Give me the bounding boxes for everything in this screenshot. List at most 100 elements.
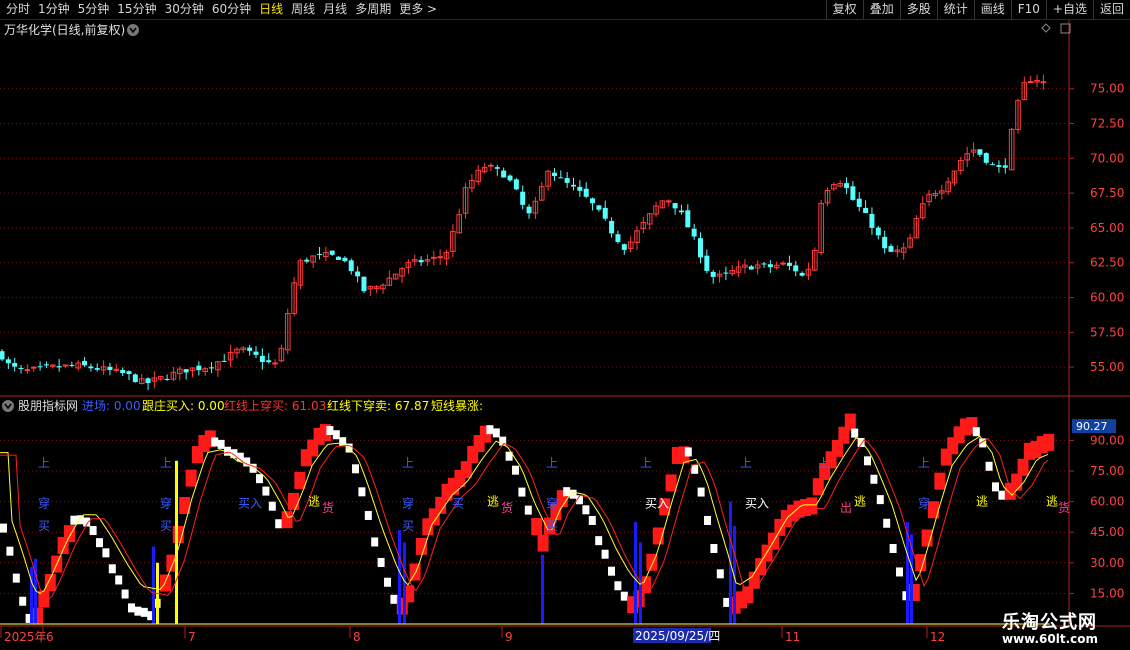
signal-label: 逃 [308,495,320,509]
tool-button-2[interactable]: 多股 [899,0,937,19]
tool-button-6[interactable]: +自选 [1045,0,1093,19]
tool-button-5[interactable]: F10 [1010,0,1046,19]
signal-label: 上 [402,456,414,470]
candle-body [748,266,754,270]
tool-button-1[interactable]: 叠加 [862,0,900,19]
oscillator-block [140,607,148,617]
indicator-y-tick-label: 15.00 [1090,586,1124,600]
candle-body [336,256,342,260]
chart-area[interactable]: 75.00 72.50 70.00 67.50 65.00 62.50 60.00 57.50… [0,20,1130,650]
oscillator-block [864,456,871,466]
signal-label: 买入 [745,497,769,511]
period-tab-8[interactable]: 月线 [319,0,351,19]
candle-body [761,263,767,265]
main-y-tick-label: 55.00 [1090,360,1124,374]
tool-button-7[interactable]: 返回 [1092,0,1130,19]
candle-body [30,366,37,369]
period-selector: 分时 1分钟 5分钟 15分钟 30分钟 60分钟 日线 周线 月线 多周期 更多 > [2,0,441,19]
oscillator-block [460,461,472,479]
candle-body [571,184,576,187]
period-tab-0[interactable]: 分时 [2,0,34,19]
candle-body [437,256,443,259]
candle-body [602,207,608,219]
indicator-name: 股朋指标网 [18,398,78,413]
candle-body [37,366,43,368]
oscillator-block [563,487,571,497]
period-tab-4[interactable]: 30分钟 [161,0,208,19]
signal-label: 货 [322,500,334,515]
candle-body [209,367,215,369]
x-axis-label: 7 [188,630,196,644]
candle-body [132,374,138,383]
candle-body [361,276,367,292]
x-axis-label: 9 [505,630,513,644]
candle-body [558,177,564,179]
indicator-legend-item: 进场: 0.00 [82,399,141,413]
oscillator-block [896,567,903,577]
indicator-y-tick-label: 30.00 [1090,556,1124,570]
signal-label: 买 [452,497,464,511]
candle-body [221,360,227,362]
main-title-dropdown-icon[interactable] [127,24,139,36]
candle-body [704,255,710,271]
oscillator-block [384,577,391,587]
candle-body [685,210,691,228]
signal-bar [398,530,401,624]
period-tab-6[interactable]: 日线 [255,0,287,19]
candle-body [799,272,805,276]
signal-label: 货 [501,500,513,515]
candle-body [266,360,272,363]
indicator-y-tick-label: 60.00 [1090,495,1124,509]
oscillator-block [377,557,385,567]
candle-body [259,355,265,363]
signal-label: 穿 [38,496,50,511]
diamond-icon[interactable] [1041,23,1051,33]
candle-body [196,365,202,371]
oscillator-block [416,537,427,555]
oscillator-block [185,469,197,487]
candle-body [583,188,589,197]
indicator-y-tick-label: 90.00 [1090,433,1124,447]
candle-body [494,167,500,169]
tool-button-4[interactable]: 画线 [973,0,1011,19]
period-tab-7[interactable]: 周线 [287,0,319,19]
period-tab-3[interactable]: 15分钟 [113,0,160,19]
signal-label: 逃 [1046,495,1058,509]
indicator-dropdown-icon[interactable] [2,400,14,412]
oscillator-block [268,501,276,511]
candle-body [1002,165,1008,168]
oscillator-block [972,427,980,437]
oscillator-block [531,518,543,536]
signal-label: 上 [160,456,172,470]
candle-body [665,200,672,203]
period-tab-9[interactable]: 多周期 [351,0,395,19]
candle-body [780,262,786,265]
signal-label: 穿 [160,496,172,511]
candle-body [875,227,881,236]
oscillator-block [614,581,622,591]
period-tab-1[interactable]: 1分钟 [34,0,74,19]
oscillator-block [665,474,677,492]
candle-body [983,153,989,163]
period-tab-2[interactable]: 5分钟 [74,0,114,19]
oscillator-block [608,566,615,576]
candle-body [698,238,703,258]
tool-button-0[interactable]: 复权 [825,0,863,19]
oscillator-block [870,474,878,484]
oscillator-block [486,425,494,435]
oscillator-block [601,549,609,559]
period-tab-10[interactable]: 更多 > [395,0,441,19]
oscillator-block [998,490,1006,500]
signal-label: 出 [840,501,852,515]
oscillator-block [691,464,699,474]
candle-body [863,207,869,213]
period-tab-5[interactable]: 60分钟 [208,0,255,19]
candle-body [329,250,335,255]
oscillator-block [582,505,590,515]
signal-label: 买入 [238,497,262,511]
oscillator-block [76,515,84,525]
tool-button-3[interactable]: 统计 [936,0,974,19]
candle-body [609,220,615,234]
watermark-url: www.60lt.com [1002,632,1099,646]
candle-body [678,210,684,213]
